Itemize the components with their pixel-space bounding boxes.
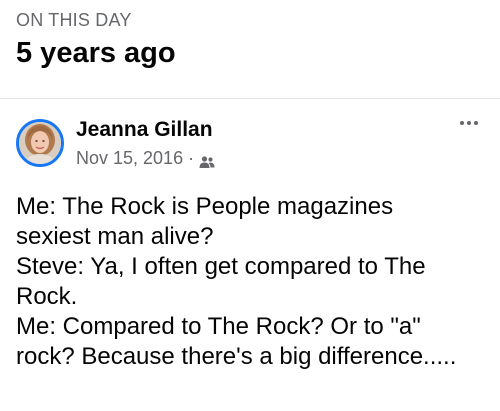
author-block: Jeanna Gillan Nov 15, 2016 · [76,116,215,170]
post-text: Me: The Rock is People magazines sexiest… [0,170,500,372]
memory-header: ON THIS DAY 5 years ago [0,0,500,72]
author-name[interactable]: Jeanna Gillan [76,116,215,144]
post-line: sexiest man alive? [16,223,214,250]
avatar-photo [19,122,61,164]
memory-label: ON THIS DAY [16,10,132,30]
meta-separator: · [188,148,195,168]
post-line: Me: The Rock is People magazines [16,193,394,220]
memory-title: 5 years ago [16,37,176,69]
post-date[interactable]: Nov 15, 2016 [76,146,183,170]
post-line: Steve: Ya, I often get compared to The [16,253,426,280]
post-header: Jeanna Gillan Nov 15, 2016 · [0,99,500,170]
post-line: rock? Because there's a big difference..… [16,343,457,370]
avatar[interactable] [16,119,64,167]
post-line: Me: Compared to The Rock? Or to "a" [16,313,421,340]
post-line: Rock. [16,283,78,310]
friends-icon[interactable] [199,151,215,168]
post-meta: Nov 15, 2016 · [76,146,215,170]
more-options-icon[interactable] [456,117,482,129]
